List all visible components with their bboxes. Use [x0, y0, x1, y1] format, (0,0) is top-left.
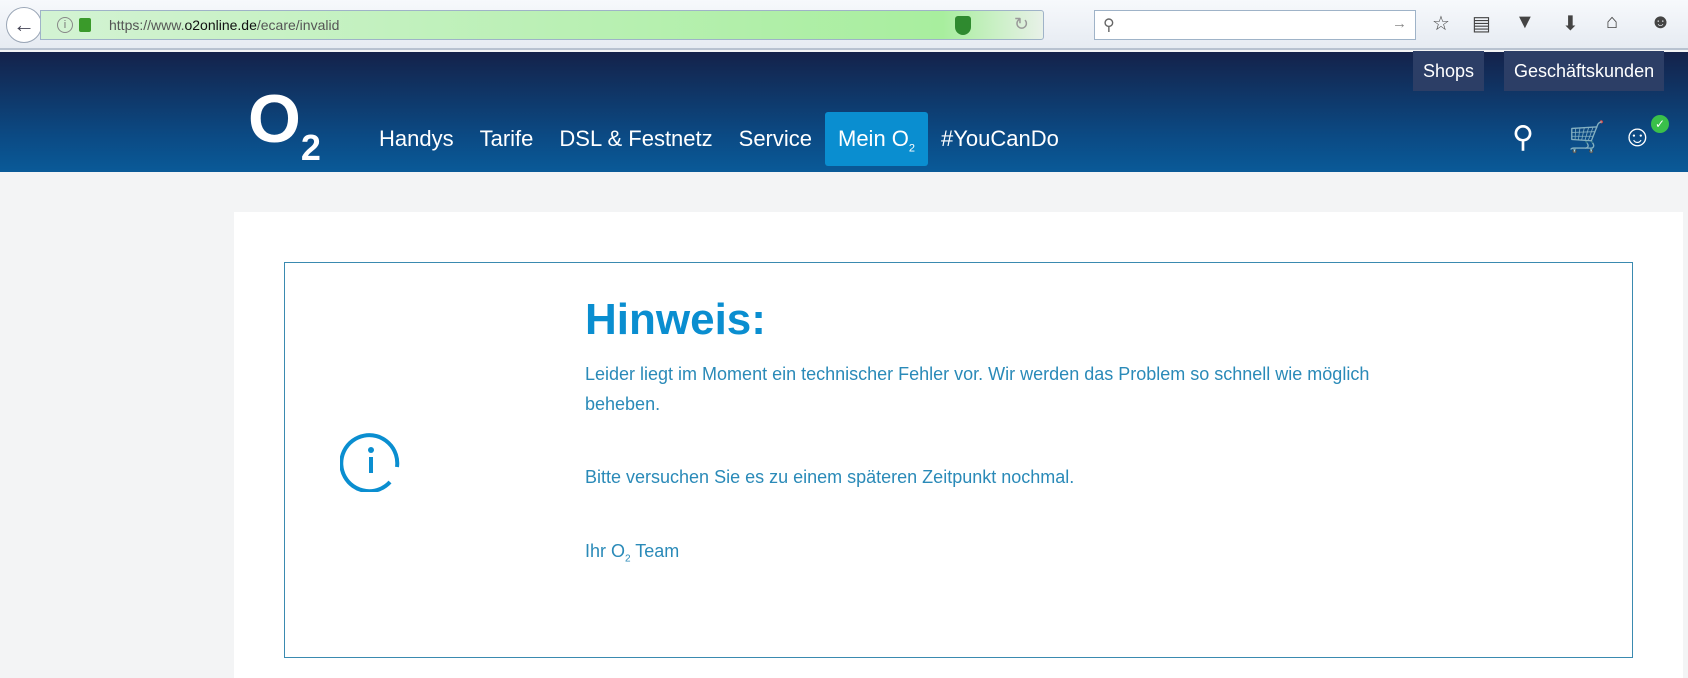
notice-content: Hinweis: Leider liegt im Moment ein tech…: [585, 295, 1485, 575]
reading-list-icon[interactable]: ▤: [1472, 11, 1491, 36]
download-icon[interactable]: ⬇: [1562, 11, 1579, 36]
url-text: https://www.o2online.de/ecare/invalid: [109, 17, 340, 33]
search-icon[interactable]: ⚲: [1512, 120, 1534, 155]
logged-in-check-icon: ✓: [1651, 115, 1669, 133]
info-icon[interactable]: i: [57, 17, 73, 33]
shield-icon[interactable]: [955, 16, 971, 35]
nav-mein-o2[interactable]: Mein O2: [825, 112, 929, 166]
notice-title: Hinweis:: [585, 295, 766, 344]
home-icon[interactable]: ⌂: [1606, 11, 1618, 34]
shops-link[interactable]: Shops: [1413, 51, 1485, 91]
notice-signature: Ihr O2 Team: [585, 541, 680, 565]
feedback-icon[interactable]: ☻: [1650, 11, 1671, 34]
search-input[interactable]: ⚲ →: [1094, 10, 1416, 40]
back-button[interactable]: ←: [6, 7, 42, 43]
info-icon: [340, 433, 400, 492]
main-nav: Handys Tarife DSL & Festnetz Service Mei…: [366, 112, 1072, 166]
user-icon[interactable]: ☺: [1622, 120, 1653, 154]
address-bar[interactable]: i https://www.o2online.de/ecare/invalid …: [40, 10, 1044, 40]
browser-toolbar: ← i https://www.o2online.de/ecare/invali…: [0, 0, 1688, 50]
search-icon: ⚲: [1103, 17, 1115, 34]
cart-icon[interactable]: 🛒: [1568, 120, 1605, 155]
pocket-icon[interactable]: ▼: [1515, 11, 1535, 34]
o2-logo[interactable]: O2: [248, 85, 321, 182]
site-header: Shops Geschäftskunden O2 Handys Tarife D…: [0, 51, 1688, 172]
nav-service[interactable]: Service: [726, 112, 825, 166]
nav-handys[interactable]: Handys: [366, 112, 467, 166]
business-customers-link[interactable]: Geschäftskunden: [1504, 51, 1665, 91]
nav-tarife[interactable]: Tarife: [467, 112, 547, 166]
bookmark-star-icon[interactable]: ☆: [1432, 11, 1450, 36]
arrow-right-icon[interactable]: →: [1392, 15, 1407, 32]
notice-message: Leider liegt im Moment ein technischer F…: [585, 364, 1370, 414]
notice-retry: Bitte versuchen Sie es zu einem späteren…: [585, 467, 1075, 487]
nav-label: Mein O: [838, 126, 909, 151]
nav-sub: 2: [908, 142, 916, 155]
reload-icon[interactable]: ↻: [1014, 14, 1029, 35]
lock-icon: [79, 18, 91, 32]
nav-dsl-festnetz[interactable]: DSL & Festnetz: [546, 112, 725, 166]
nav-youcando[interactable]: #YouCanDo: [928, 112, 1072, 166]
